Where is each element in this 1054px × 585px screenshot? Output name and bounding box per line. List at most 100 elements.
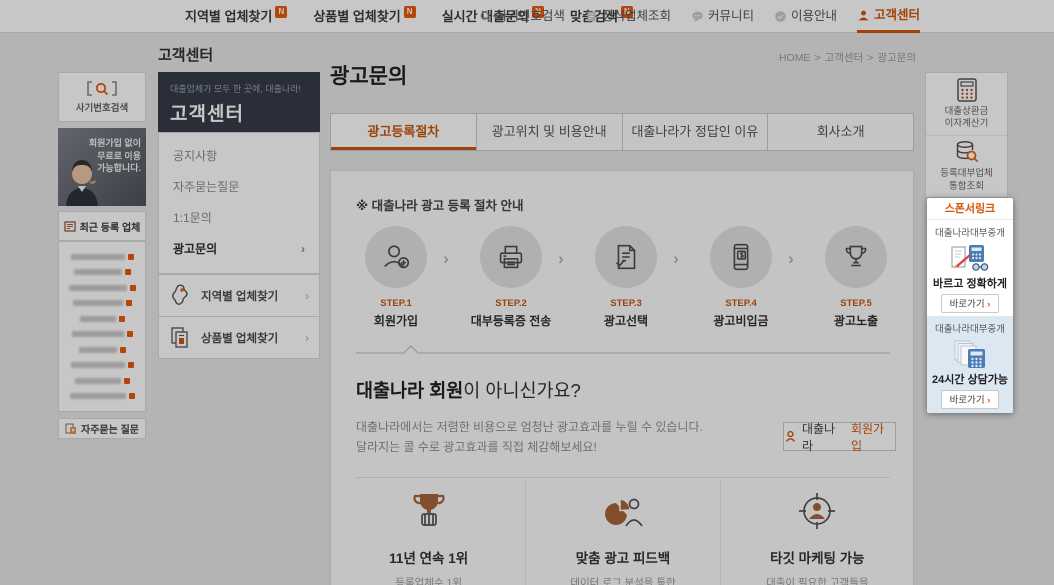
sponsor-links-panel: 스폰서링크 대출나라대부중개 바르고 정확하게 바로가기 › 대출나라대부중개	[927, 198, 1013, 413]
recent-company-item[interactable]	[66, 344, 138, 356]
printer-icon	[494, 240, 528, 274]
step-arrow-icon: ›	[546, 249, 576, 269]
new-badge	[124, 378, 130, 384]
side-tools: 대출상환금이자계산기 등록대부업체통합조회	[925, 72, 1008, 198]
quick-link-region-search[interactable]: 지역별 업체찾기 ›	[158, 274, 320, 317]
step-pay-fee: STEP.4 광고비입금	[691, 226, 791, 329]
nav-item-official-company-lookup[interactable]: 정식업체조회	[585, 0, 671, 33]
promo-banner[interactable]: 회원가입 없이 무료로 이용 가능합니다.	[58, 128, 146, 206]
person-icon	[857, 9, 870, 22]
new-badge	[127, 331, 133, 337]
fraud-number-search-banner[interactable]: 사기번호검색	[58, 72, 146, 122]
content-tabs: 광고등록절차 광고위치 및 비용안내 대출나라가 정답인 이유 회사소개	[330, 113, 914, 151]
new-badge	[125, 269, 131, 275]
phone-payment-icon	[724, 240, 758, 274]
newspaper-icon	[64, 221, 76, 232]
step-arrow-icon: ›	[661, 249, 691, 269]
section-divider	[356, 345, 890, 355]
new-badge	[126, 300, 132, 306]
new-badge	[129, 393, 135, 399]
step-send-license: STEP.2 대부등록증 전송	[461, 226, 561, 329]
recent-company-item[interactable]	[66, 282, 138, 294]
breadcrumb-current: 광고문의	[877, 52, 916, 64]
recent-company-item[interactable]	[66, 313, 138, 325]
faq-doc-icon	[65, 423, 77, 435]
ad-registration-panel: ※ 대출나라 광고 등록 절차 안내 STEP.1 회원가입 › STEP.2 …	[330, 170, 914, 585]
step-select-ad: STEP.3 광고선택	[576, 226, 676, 329]
sponsor-links-header: 스폰서링크	[927, 198, 1013, 220]
top-navbar: 지역별 업체찾기N 상품별 업체찾기N 실시간 대출문의N 맞춤검색N 사기번호…	[0, 0, 1054, 33]
search-icon	[479, 10, 492, 23]
documents-icon	[170, 326, 190, 350]
recent-company-item[interactable]	[66, 390, 138, 402]
trophy-icon	[839, 240, 873, 274]
customer-center-menu: 공지사항 자주묻는질문 1:1문의 광고문의›	[158, 132, 320, 274]
calculator-icon	[956, 78, 978, 102]
korea-map-icon	[170, 284, 190, 308]
nav-item-usage-guide[interactable]: 이용안내	[774, 0, 837, 33]
feature-feedback: 맞춤 광고 피드백 데이터 로그 분석을 통한 업체별 맞춤 광고 피드백 전달	[525, 480, 719, 585]
chevron-right-icon: ›	[301, 234, 305, 265]
recent-company-item[interactable]	[66, 297, 138, 309]
new-badge: N	[275, 6, 287, 18]
nav-right-group: 사기번호검색 정식업체조회 커뮤니티 이용안내 고객센터	[479, 0, 920, 33]
trophy-hand-icon	[407, 490, 451, 532]
tab-why-loannara[interactable]: 대출나라가 정답인 이유	[622, 114, 768, 150]
features-row: 11년 연속 1위 등록업체수 1위 대출문의수 1위 11년 연속 대출중개 …	[332, 480, 914, 585]
new-badge	[128, 362, 134, 368]
sponsor-ad-1[interactable]: 대출나라대부중개 바르고 정확하게 바로가기 ›	[927, 220, 1013, 316]
person-icon	[784, 430, 797, 443]
registered-lender-lookup[interactable]: 등록대부업체통합조회	[926, 135, 1007, 197]
pie-chart-person-icon	[601, 490, 645, 532]
breadcrumb: HOME>고객센터>광고문의	[777, 50, 918, 65]
menu-item-faq[interactable]: 자주묻는질문	[159, 172, 319, 203]
calculator-papers-icon	[952, 339, 988, 369]
recent-companies-list	[58, 241, 146, 412]
loan-interest-calculator[interactable]: 대출상환금이자계산기	[926, 73, 1007, 135]
chevron-right-icon: ›	[305, 289, 309, 303]
step-ad-exposure: STEP.5 광고노출	[806, 226, 906, 329]
quick-link-product-search[interactable]: 상품별 업체찾기 ›	[158, 316, 320, 359]
step-signup: STEP.1 회원가입	[346, 226, 446, 329]
tab-ad-position-cost[interactable]: 광고위치 및 비용안내	[476, 114, 622, 150]
new-badge: N	[404, 6, 416, 18]
breadcrumb-home[interactable]: HOME	[779, 52, 811, 64]
nav-item-community[interactable]: 커뮤니티	[691, 0, 754, 33]
user-plus-icon	[379, 240, 413, 274]
recent-company-item[interactable]	[66, 251, 138, 263]
menu-item-one-to-one[interactable]: 1:1문의	[159, 203, 319, 234]
recent-companies-header[interactable]: 최근 등록 업체	[58, 211, 146, 241]
recent-company-item[interactable]	[66, 266, 138, 278]
new-badge	[120, 347, 126, 353]
chevron-right-icon: ›	[305, 331, 309, 345]
recent-company-item[interactable]	[66, 375, 138, 387]
menu-item-notice[interactable]: 공지사항	[159, 141, 319, 172]
member-section-text: 대출나라에서는 저렴한 비용으로 엄청난 광고효과를 누릴 수 있습니다. 달라…	[356, 418, 703, 458]
step-arrow-icon: ›	[776, 249, 806, 269]
new-badge	[130, 285, 136, 291]
target-person-icon	[795, 490, 839, 532]
nav-item-product-search[interactable]: 상품별 업체찾기N	[313, 0, 415, 33]
nav-item-fraud-number-search[interactable]: 사기번호검색	[479, 0, 565, 33]
nav-item-customer-center[interactable]: 고객센터	[857, 0, 920, 33]
chevron-right-icon: ›	[987, 299, 990, 310]
faq-banner[interactable]: 자주묻는 질문	[58, 418, 146, 439]
signup-button[interactable]: 대출나라 회원가입	[783, 422, 896, 451]
nav-item-region-search[interactable]: 지역별 업체찾기N	[185, 0, 287, 33]
breadcrumb-customer-center[interactable]: 고객센터	[825, 52, 864, 64]
recent-company-item[interactable]	[66, 328, 138, 340]
tab-ad-registration-process[interactable]: 광고등록절차	[331, 114, 476, 150]
menu-item-ad-inquiry[interactable]: 광고문의›	[159, 234, 319, 265]
new-badge	[128, 254, 134, 260]
steps-note: ※ 대출나라 광고 등록 절차 안내	[356, 195, 524, 214]
tab-company-intro[interactable]: 회사소개	[767, 114, 913, 150]
recent-company-item[interactable]	[66, 359, 138, 371]
new-badge	[119, 316, 125, 322]
sponsor-cta-button[interactable]: 바로가기 ›	[941, 294, 1000, 313]
check-circle-icon	[774, 10, 787, 23]
feature-rank: 11년 연속 1위 등록업체수 1위 대출문의수 1위 11년 연속 대출중개 …	[332, 480, 525, 585]
document-icon	[585, 10, 598, 23]
chevron-right-icon: ›	[987, 395, 990, 406]
sponsor-cta-button[interactable]: 바로가기 ›	[941, 390, 1000, 409]
sponsor-ad-2[interactable]: 대출나라대부중개 24시간 상담가능 바로가기 ›	[927, 316, 1013, 413]
